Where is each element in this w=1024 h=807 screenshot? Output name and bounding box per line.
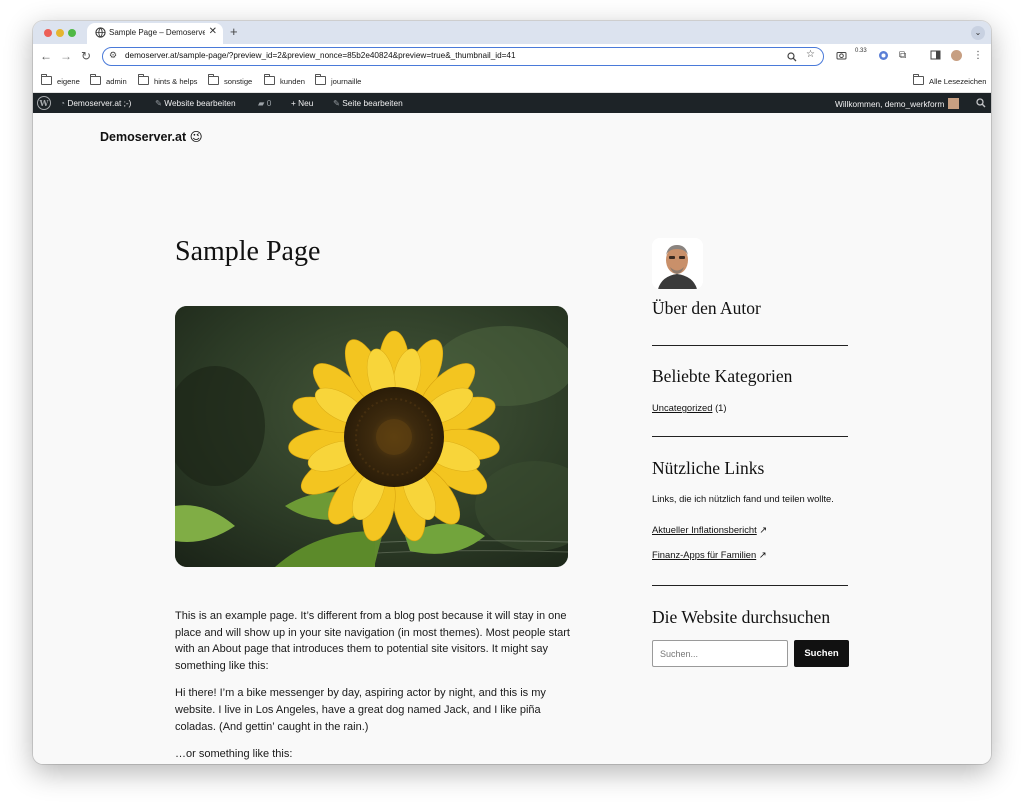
back-icon[interactable]: ← [40, 49, 52, 63]
bookmark-folder-journaille[interactable]: journaille [315, 74, 361, 87]
category-item: Uncategorized (1) [652, 402, 727, 413]
category-count: (1) [715, 402, 727, 413]
bookmark-star-icon[interactable]: ☆ [806, 49, 815, 60]
new-tab-button[interactable]: + [230, 24, 238, 40]
globe-icon [95, 27, 106, 38]
brush-icon: ✎ [155, 98, 165, 108]
paragraph: This is an example page. It’s different … [175, 610, 570, 672]
tab-search-button[interactable]: ⌄ [971, 26, 985, 40]
forward-icon[interactable]: → [60, 49, 72, 63]
categories-heading: Beliebte Kategorien [652, 366, 793, 386]
admin-customize[interactable]: ✎ Website bearbeiten [155, 98, 236, 108]
window-zoom-button[interactable] [68, 29, 76, 37]
bookmarks-bar: eigene admin hints & helps sonstige kund… [33, 69, 991, 93]
external-link-icon: ↗ [758, 549, 767, 560]
admin-account[interactable]: Willkommen, demo_werkform [835, 98, 960, 109]
useful-links-heading: Nützliche Links [652, 458, 765, 478]
admin-comments[interactable]: ▰ 0 [258, 98, 271, 108]
site-settings-icon[interactable]: ⚙ [109, 50, 117, 61]
admin-site-name[interactable]: ◔ Demoserver.at ;-) [60, 98, 131, 108]
wp-admin-bar: W ◔ Demoserver.at ;-) ✎ Website bearbeit… [33, 93, 991, 113]
folder-icon [90, 74, 101, 85]
page-content: Demoserver.at 😉 Sample Page This is an e… [33, 113, 991, 764]
bookmark-folder-kunden[interactable]: kunden [264, 74, 305, 87]
camera-icon[interactable] [836, 50, 847, 60]
author-avatar [652, 238, 703, 289]
menu-dots-icon[interactable]: ⋮ [973, 50, 983, 62]
search-heading: Die Website durchsuchen [652, 607, 831, 627]
password-manager-icon[interactable] [878, 50, 889, 61]
link-finance-apps[interactable]: Finanz-Apps für Familien ↗ [652, 549, 767, 561]
tab-strip: Sample Page – Demoserver.at ✕ + ⌄ [33, 21, 991, 44]
featured-image-sunflower [175, 306, 568, 567]
all-bookmarks[interactable]: Alle Lesezeichen [913, 74, 986, 87]
tab-close-icon[interactable]: ✕ [209, 26, 217, 38]
tab-title: Sample Page – Demoserver.at [109, 28, 205, 37]
reload-icon[interactable]: ↻ [81, 49, 91, 63]
sidepanel-icon[interactable] [930, 50, 941, 60]
external-link-icon: ↗ [759, 524, 768, 535]
browser-window: Sample Page – Demoserver.at ✕ + ⌄ ← → ↻ … [33, 21, 991, 764]
folder-icon [208, 74, 219, 85]
search-input[interactable] [652, 640, 788, 667]
page-title: Sample Page [175, 236, 321, 267]
author-portrait [652, 238, 703, 289]
window-close-button[interactable] [44, 29, 52, 37]
category-link[interactable]: Uncategorized [652, 402, 712, 413]
paragraph: …or something like this: [175, 748, 293, 761]
search-button[interactable]: Suchen [794, 640, 849, 667]
paragraph: Hi there! I’m a bike messenger by day, a… [175, 687, 546, 733]
admin-edit-page[interactable]: ✎ Seite bearbeiten [333, 98, 403, 108]
zoom-icon[interactable] [787, 52, 797, 62]
profile-avatar[interactable] [951, 50, 962, 61]
window-minimize-button[interactable] [56, 29, 64, 37]
separator [652, 345, 848, 346]
admin-avatar [948, 98, 960, 109]
separator [652, 585, 848, 586]
extensions-puzzle-icon[interactable]: ⧉ [899, 50, 906, 62]
site-title[interactable]: Demoserver.at 😉 [100, 129, 203, 144]
about-author-heading: Über den Autor [652, 298, 761, 318]
extension-badge[interactable]: 0.33 [855, 48, 867, 55]
folder-icon [913, 74, 924, 85]
url-text[interactable]: demoserver.at/sample-page/?preview_id=2&… [125, 51, 765, 60]
address-bar[interactable]: ⚙ demoserver.at/sample-page/?preview_id=… [102, 47, 824, 66]
bookmark-folder-hints[interactable]: hints & helps [138, 74, 197, 87]
bookmark-folder-sonstige[interactable]: sonstige [208, 74, 252, 87]
page-body: This is an example page. It’s different … [175, 608, 570, 764]
folder-icon [264, 74, 275, 85]
pencil-icon: ✎ [333, 98, 343, 108]
wordpress-logo-icon[interactable]: W [37, 96, 51, 110]
link-inflation-report[interactable]: Aktueller Inflationsbericht ↗ [652, 524, 767, 536]
bookmark-folder-admin[interactable]: admin [90, 74, 127, 87]
comment-icon: ▰ [258, 98, 267, 108]
folder-icon [315, 74, 326, 85]
links-description: Links, die ich nützlich fand und teilen … [652, 493, 834, 504]
separator [652, 436, 848, 437]
browser-toolbar: ← → ↻ ⚙ demoserver.at/sample-page/?previ… [33, 44, 991, 69]
bookmark-folder-eigene[interactable]: eigene [41, 74, 80, 87]
admin-new[interactable]: + Neu [291, 98, 313, 108]
browser-tab-active[interactable]: Sample Page – Demoserver.at ✕ [87, 23, 223, 44]
search-icon[interactable] [976, 98, 986, 108]
folder-icon [138, 74, 149, 85]
sunflower-image [175, 306, 568, 567]
folder-icon [41, 74, 52, 85]
